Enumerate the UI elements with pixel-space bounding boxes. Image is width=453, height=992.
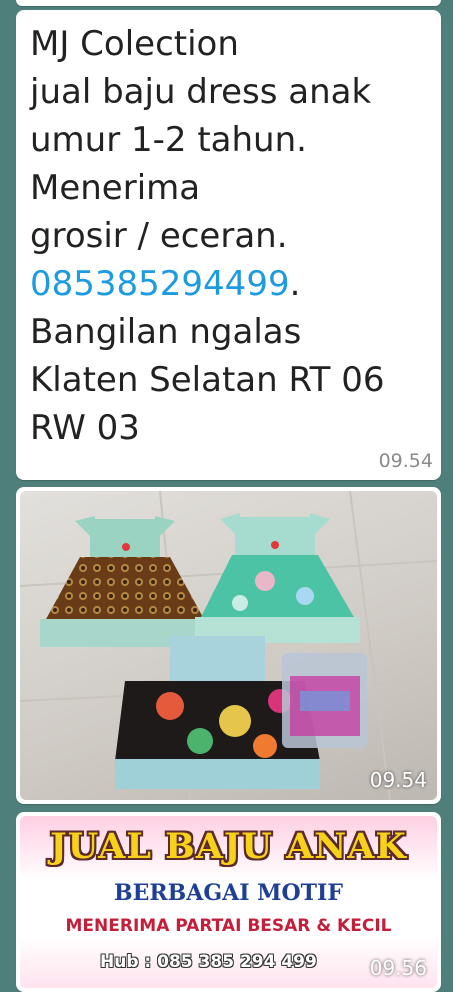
- dress-mint-floral: [195, 513, 360, 643]
- phone-line: 085385294499.: [30, 260, 440, 308]
- banner-subtitle: BERBAGAI MOTIF: [114, 880, 343, 906]
- message-line: Bangilan ngalas: [30, 312, 302, 352]
- photo-message-bubble[interactable]: 09.54: [16, 487, 441, 804]
- message-text: MJ Colection jual baju dress anak umur 1…: [30, 20, 440, 452]
- banner-subtitle-2: MENERIMA PARTAI BESAR & KECIL: [65, 916, 392, 936]
- message-line: Klaten Selatan RT 06: [30, 360, 385, 400]
- message-line: jual baju dress anak: [30, 72, 372, 112]
- dress-photo[interactable]: 09.54: [20, 491, 437, 800]
- photo-timestamp: 09.54: [369, 768, 427, 792]
- dress-photo-illustration: [20, 491, 437, 800]
- banner-timestamp: 09.56: [369, 956, 427, 980]
- previous-message-bubble[interactable]: [16, 0, 441, 6]
- banner-message-bubble[interactable]: JUAL BAJU ANAK BERBAGAI MOTIF MENERIMA P…: [16, 812, 441, 992]
- promo-banner[interactable]: JUAL BAJU ANAK BERBAGAI MOTIF MENERIMA P…: [20, 816, 437, 988]
- message-line: MJ Colection: [30, 24, 239, 64]
- message-line: RW 03: [30, 408, 140, 448]
- banner-contact: Hub : 085 385 294 499: [100, 952, 317, 972]
- phone-period: .: [289, 264, 301, 304]
- message-line: grosir / eceran.: [30, 216, 288, 256]
- banner-title: JUAL BAJU ANAK: [50, 826, 407, 867]
- dress-brown-batik: [40, 516, 210, 647]
- message-timestamp: 09.54: [378, 450, 433, 472]
- text-message-bubble[interactable]: MJ Colection jual baju dress anak umur 1…: [16, 10, 441, 480]
- message-line: Menerima: [30, 168, 201, 208]
- folded-clothes-bag: [282, 653, 367, 748]
- phone-link[interactable]: 085385294499: [30, 264, 290, 304]
- message-line: umur 1-2 tahun.: [30, 120, 307, 160]
